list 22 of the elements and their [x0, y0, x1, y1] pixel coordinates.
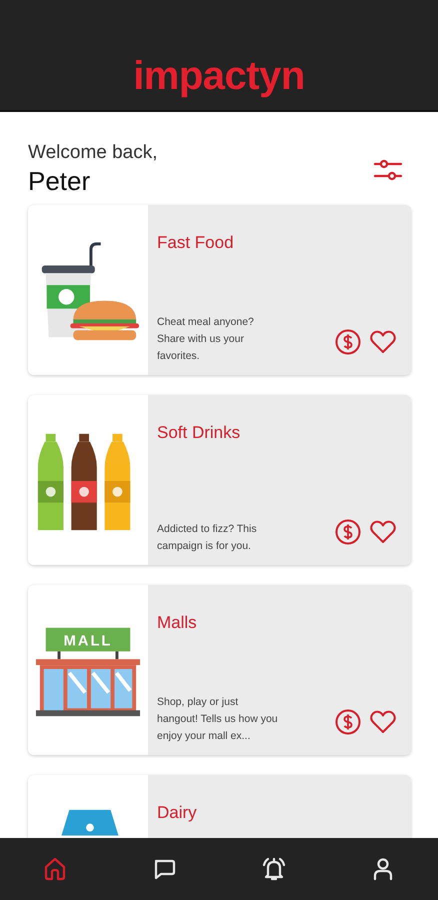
card-title: Malls [157, 613, 198, 633]
campaign-card[interactable]: MALL Malls Shop, play or just hangout! Tells us how you enjoy your mall ex... [28, 585, 411, 755]
card-description: Cheat meal anyone? Share with us your favorites. [157, 315, 255, 364]
campaign-card[interactable]: Fast Food Cheat meal anyone? Share with us your favorites. [28, 205, 411, 375]
user-name: Peter [28, 166, 92, 197]
logo: impactyn [133, 56, 305, 96]
card-title: Dairy [157, 803, 198, 823]
dollar-icon[interactable] [335, 519, 361, 545]
campaign-card[interactable]: Dairy [28, 775, 411, 838]
heart-icon[interactable] [369, 329, 397, 355]
heart-icon[interactable] [369, 709, 397, 735]
dollar-icon[interactable] [335, 709, 361, 735]
mall-drawing: MALL [34, 616, 142, 724]
heart-icon[interactable] [369, 519, 397, 545]
card-description: Addicted to fizz? This campaign is for you. [157, 522, 258, 554]
card-title: Soft Drinks [157, 423, 242, 443]
card-description: Shop, play or just hangout! Tells us how you enjoy your mall ex... [157, 695, 279, 744]
filter-icon[interactable] [373, 158, 403, 182]
card-title: Fast Food [157, 233, 235, 253]
dollar-icon[interactable] [335, 329, 361, 355]
welcome-text: Welcome back, [28, 142, 158, 164]
campaign-card[interactable]: Soft Drinks Addicted to fizz? This campaign is for you. [28, 395, 411, 565]
